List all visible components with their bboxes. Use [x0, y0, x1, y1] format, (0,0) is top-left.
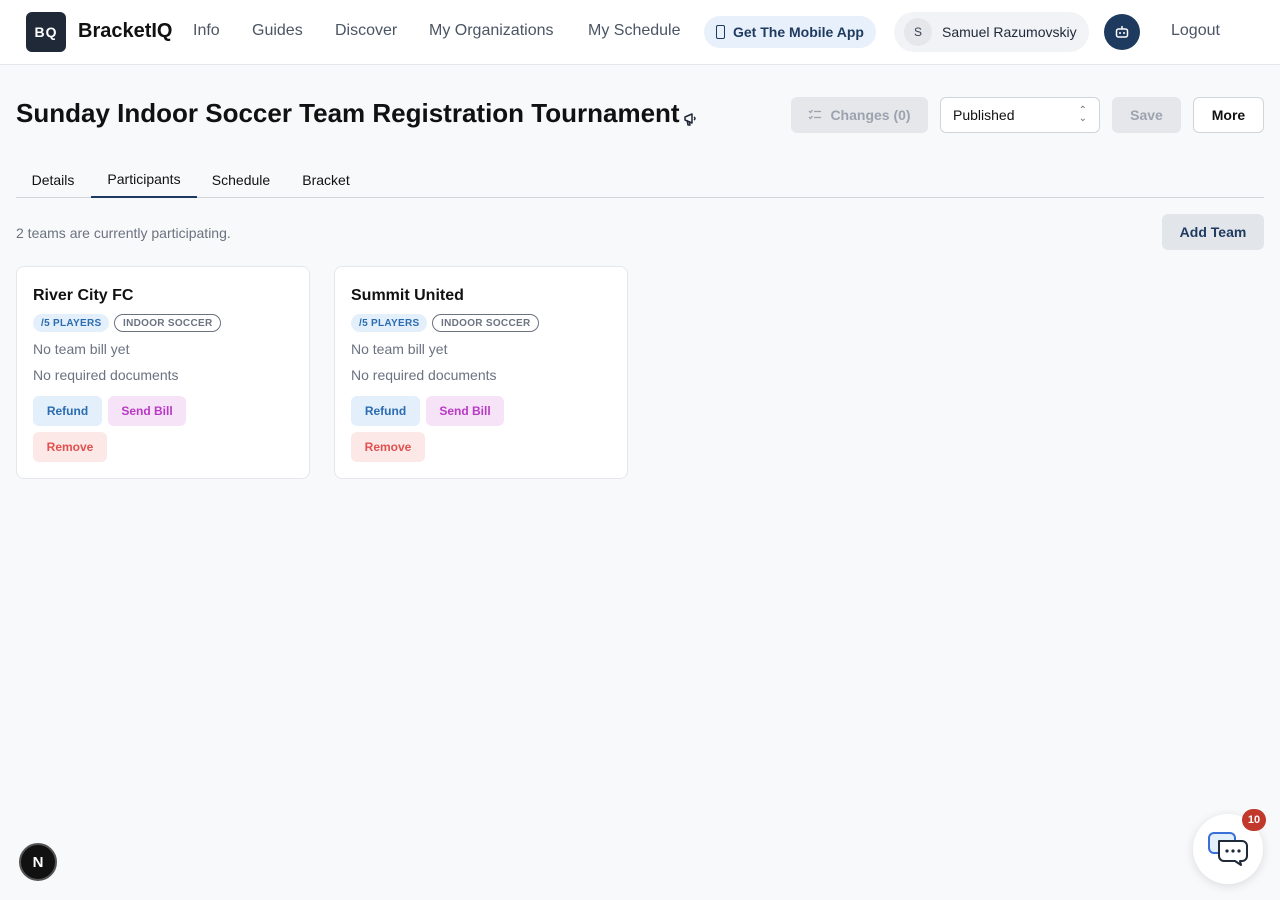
send-bill-button[interactable]: Send Bill — [426, 396, 504, 426]
status-value: Published — [953, 107, 1015, 123]
chat-icon — [1208, 832, 1248, 866]
send-bill-button[interactable]: Send Bill — [108, 396, 186, 426]
logout-link[interactable]: Logout — [1171, 22, 1220, 40]
checklist-icon — [808, 109, 822, 120]
top-nav: BQ BracketIQ Info Guides Discover My Org… — [0, 0, 1280, 65]
nav-link-discover[interactable]: Discover — [335, 22, 397, 40]
user-name: Samuel Razumovskiy — [942, 24, 1077, 40]
avatar: S — [904, 18, 932, 46]
page-title: Sunday Indoor Soccer Team Registration T… — [16, 98, 680, 128]
remove-button[interactable]: Remove — [33, 432, 107, 462]
nav-link-guides[interactable]: Guides — [252, 22, 303, 40]
phone-icon — [716, 25, 725, 39]
megaphone-icon — [684, 113, 696, 126]
robot-icon — [1115, 26, 1129, 38]
team-name: River City FC — [33, 287, 134, 304]
save-button[interactable]: Save — [1112, 97, 1181, 133]
team-name: Summit United — [351, 287, 464, 304]
more-button[interactable]: More — [1193, 97, 1264, 133]
mobile-app-label: Get The Mobile App — [733, 24, 864, 40]
refund-button[interactable]: Refund — [351, 396, 420, 426]
add-team-button[interactable]: Add Team — [1162, 214, 1264, 250]
players-badge: /5 PLAYERS — [351, 314, 428, 332]
brand-name[interactable]: BracketIQ — [78, 20, 173, 43]
unread-count-badge: 10 — [1242, 809, 1266, 831]
documents-status: No required documents — [33, 367, 179, 383]
nav-link-my-organizations[interactable]: My Organizations — [429, 22, 554, 40]
sport-badge: INDOOR SOCCER — [432, 314, 540, 332]
documents-status: No required documents — [351, 367, 497, 383]
participant-count: 2 teams are currently participating. — [16, 225, 231, 241]
bill-status: No team bill yet — [33, 341, 130, 357]
tab-schedule[interactable]: Schedule — [197, 162, 285, 198]
team-card: Summit United /5 PLAYERS INDOOR SOCCER N… — [334, 266, 628, 479]
changes-button[interactable]: Changes (0) — [791, 97, 928, 133]
nav-link-my-schedule[interactable]: My Schedule — [588, 22, 681, 40]
tab-bracket[interactable]: Bracket — [285, 162, 367, 198]
nav-link-info[interactable]: Info — [193, 22, 220, 40]
tab-participants[interactable]: Participants — [91, 162, 197, 198]
players-badge: /5 PLAYERS — [33, 314, 110, 332]
user-menu[interactable]: S Samuel Razumovskiy — [894, 12, 1089, 52]
announce-button[interactable] — [682, 110, 700, 133]
tab-details[interactable]: Details — [16, 162, 90, 198]
team-card: River City FC /5 PLAYERS INDOOR SOCCER N… — [16, 266, 310, 479]
dev-tools-badge[interactable]: N — [19, 843, 57, 881]
chevron-updown-icon: ⌃ ⌄ — [1078, 105, 1087, 124]
tab-bar: Details Participants Schedule Bracket — [16, 162, 1264, 198]
refund-button[interactable]: Refund — [33, 396, 102, 426]
logo[interactable]: BQ — [26, 12, 66, 52]
get-mobile-app-button[interactable]: Get The Mobile App — [704, 16, 876, 48]
logo-text: BQ — [34, 24, 58, 40]
status-select[interactable]: Published ⌃ ⌄ — [940, 97, 1100, 133]
bill-status: No team bill yet — [351, 341, 448, 357]
sport-badge: INDOOR SOCCER — [114, 314, 222, 332]
changes-label: Changes (0) — [830, 107, 911, 123]
remove-button[interactable]: Remove — [351, 432, 425, 462]
assistant-button[interactable] — [1104, 14, 1140, 50]
